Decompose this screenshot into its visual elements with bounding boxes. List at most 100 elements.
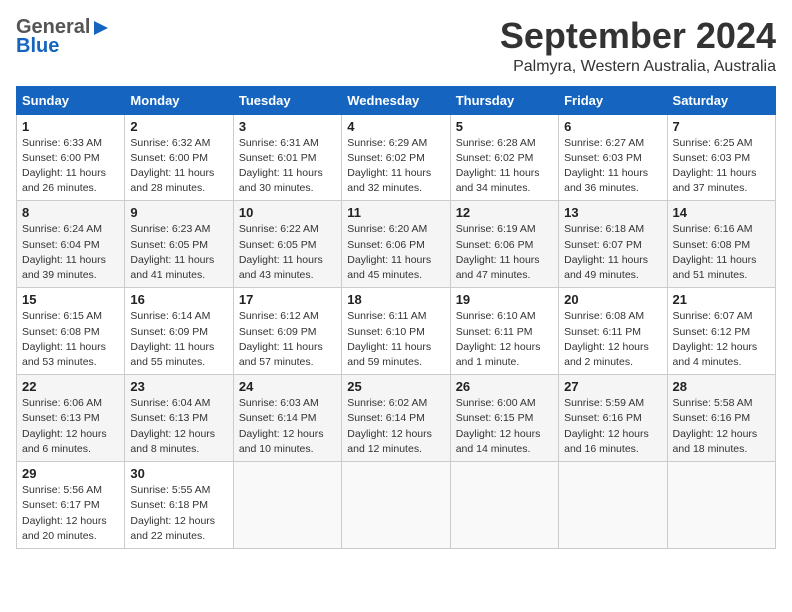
day-number: 14: [673, 205, 770, 220]
day-number: 1: [22, 119, 119, 134]
day-info: Sunrise: 6:15 AM Sunset: 6:08 PM Dayligh…: [22, 309, 119, 370]
day-number: 26: [456, 379, 553, 394]
calendar-day-19: 19 Sunrise: 6:10 AM Sunset: 6:11 PM Dayli…: [450, 288, 558, 375]
calendar-day-9: 9 Sunrise: 6:23 AM Sunset: 6:05 PM Daylig…: [125, 201, 233, 288]
empty-cell: [450, 462, 558, 549]
header: General Blue September 2024 Palmyra, Wes…: [16, 16, 776, 76]
weekday-header-friday: Friday: [559, 86, 667, 114]
day-number: 4: [347, 119, 444, 134]
day-info: Sunrise: 6:07 AM Sunset: 6:12 PM Dayligh…: [673, 309, 770, 370]
day-number: 9: [130, 205, 227, 220]
calendar-day-25: 25 Sunrise: 6:02 AM Sunset: 6:14 PM Dayli…: [342, 375, 450, 462]
day-info: Sunrise: 6:18 AM Sunset: 6:07 PM Dayligh…: [564, 222, 661, 283]
day-number: 10: [239, 205, 336, 220]
weekday-header-tuesday: Tuesday: [233, 86, 341, 114]
day-number: 7: [673, 119, 770, 134]
day-info: Sunrise: 6:02 AM Sunset: 6:14 PM Dayligh…: [347, 396, 444, 457]
day-info: Sunrise: 6:03 AM Sunset: 6:14 PM Dayligh…: [239, 396, 336, 457]
calendar-day-13: 13 Sunrise: 6:18 AM Sunset: 6:07 PM Dayli…: [559, 201, 667, 288]
calendar-day-23: 23Sunrise: 6:04 AM Sunset: 6:13 PM Dayli…: [125, 375, 233, 462]
logo-arrow-icon: [92, 19, 110, 37]
title-section: September 2024 Palmyra, Western Australi…: [500, 16, 776, 76]
calendar-day-30: 30 Sunrise: 5:55 AM Sunset: 6:18 PM Dayli…: [125, 462, 233, 549]
empty-cell: [342, 462, 450, 549]
weekday-header-sunday: Sunday: [17, 86, 125, 114]
calendar-row-5: 29 Sunrise: 5:56 AM Sunset: 6:17 PM Dayli…: [17, 462, 776, 549]
day-number: 22: [22, 379, 119, 394]
calendar-day-8: 8 Sunrise: 6:24 AM Sunset: 6:04 PM Daylig…: [17, 201, 125, 288]
calendar-day-18: 18 Sunrise: 6:11 AM Sunset: 6:10 PM Dayli…: [342, 288, 450, 375]
calendar-day-2: 2Sunrise: 6:32 AM Sunset: 6:00 PM Daylig…: [125, 114, 233, 201]
day-info: Sunrise: 5:55 AM Sunset: 6:18 PM Dayligh…: [130, 483, 227, 544]
day-info: Sunrise: 5:56 AM Sunset: 6:17 PM Dayligh…: [22, 483, 119, 544]
day-info: Sunrise: 6:32 AM Sunset: 6:00 PM Dayligh…: [130, 136, 227, 197]
calendar-day-16: 16Sunrise: 6:14 AM Sunset: 6:09 PM Dayli…: [125, 288, 233, 375]
day-info: Sunrise: 5:59 AM Sunset: 6:16 PM Dayligh…: [564, 396, 661, 457]
calendar-day-26: 26Sunrise: 6:00 AM Sunset: 6:15 PM Dayli…: [450, 375, 558, 462]
day-number: 30: [130, 466, 227, 481]
day-info: Sunrise: 6:11 AM Sunset: 6:10 PM Dayligh…: [347, 309, 444, 370]
calendar-day-27: 27 Sunrise: 5:59 AM Sunset: 6:16 PM Dayli…: [559, 375, 667, 462]
day-info: Sunrise: 6:22 AM Sunset: 6:05 PM Dayligh…: [239, 222, 336, 283]
day-info: Sunrise: 6:31 AM Sunset: 6:01 PM Dayligh…: [239, 136, 336, 197]
weekday-header-thursday: Thursday: [450, 86, 558, 114]
logo: General Blue: [16, 16, 110, 58]
day-number: 5: [456, 119, 553, 134]
day-number: 19: [456, 292, 553, 307]
empty-cell: [667, 462, 775, 549]
calendar-day-24: 24Sunrise: 6:03 AM Sunset: 6:14 PM Dayli…: [233, 375, 341, 462]
logo-blue-text: Blue: [16, 35, 59, 57]
calendar-day-14: 14 Sunrise: 6:16 AM Sunset: 6:08 PM Dayli…: [667, 201, 775, 288]
day-info: Sunrise: 6:23 AM Sunset: 6:05 PM Dayligh…: [130, 222, 227, 283]
empty-cell: [233, 462, 341, 549]
day-info: Sunrise: 6:19 AM Sunset: 6:06 PM Dayligh…: [456, 222, 553, 283]
calendar-row-2: 8 Sunrise: 6:24 AM Sunset: 6:04 PM Daylig…: [17, 201, 776, 288]
day-number: 13: [564, 205, 661, 220]
day-info: Sunrise: 6:12 AM Sunset: 6:09 PM Dayligh…: [239, 309, 336, 370]
calendar-day-22: 22 Sunrise: 6:06 AM Sunset: 6:13 PM Dayli…: [17, 375, 125, 462]
calendar-day-17: 17 Sunrise: 6:12 AM Sunset: 6:09 PM Dayli…: [233, 288, 341, 375]
day-number: 28: [673, 379, 770, 394]
day-number: 29: [22, 466, 119, 481]
day-info: Sunrise: 6:04 AM Sunset: 6:13 PM Dayligh…: [130, 396, 227, 457]
calendar-day-15: 15Sunrise: 6:15 AM Sunset: 6:08 PM Dayli…: [17, 288, 125, 375]
day-info: Sunrise: 6:25 AM Sunset: 6:03 PM Dayligh…: [673, 136, 770, 197]
calendar-day-3: 3 Sunrise: 6:31 AM Sunset: 6:01 PM Daylig…: [233, 114, 341, 201]
calendar-day-29: 29 Sunrise: 5:56 AM Sunset: 6:17 PM Dayli…: [17, 462, 125, 549]
day-number: 21: [673, 292, 770, 307]
weekday-header-saturday: Saturday: [667, 86, 775, 114]
calendar-day-28: 28 Sunrise: 5:58 AM Sunset: 6:16 PM Dayli…: [667, 375, 775, 462]
day-number: 20: [564, 292, 661, 307]
day-number: 18: [347, 292, 444, 307]
day-info: Sunrise: 6:16 AM Sunset: 6:08 PM Dayligh…: [673, 222, 770, 283]
calendar-day-12: 12 Sunrise: 6:19 AM Sunset: 6:06 PM Dayli…: [450, 201, 558, 288]
day-number: 17: [239, 292, 336, 307]
calendar-table: SundayMondayTuesdayWednesdayThursdayFrid…: [16, 86, 776, 549]
day-info: Sunrise: 6:06 AM Sunset: 6:13 PM Dayligh…: [22, 396, 119, 457]
day-info: Sunrise: 6:20 AM Sunset: 6:06 PM Dayligh…: [347, 222, 444, 283]
day-info: Sunrise: 5:58 AM Sunset: 6:16 PM Dayligh…: [673, 396, 770, 457]
page-title: September 2024: [500, 16, 776, 56]
weekday-header-monday: Monday: [125, 86, 233, 114]
day-info: Sunrise: 6:10 AM Sunset: 6:11 PM Dayligh…: [456, 309, 553, 370]
day-number: 27: [564, 379, 661, 394]
calendar-day-10: 10 Sunrise: 6:22 AM Sunset: 6:05 PM Dayli…: [233, 201, 341, 288]
day-info: Sunrise: 6:24 AM Sunset: 6:04 PM Dayligh…: [22, 222, 119, 283]
calendar-row-1: 1 Sunrise: 6:33 AM Sunset: 6:00 PM Daylig…: [17, 114, 776, 201]
calendar-row-4: 22 Sunrise: 6:06 AM Sunset: 6:13 PM Dayli…: [17, 375, 776, 462]
day-number: 8: [22, 205, 119, 220]
day-info: Sunrise: 6:28 AM Sunset: 6:02 PM Dayligh…: [456, 136, 553, 197]
calendar-header-row: SundayMondayTuesdayWednesdayThursdayFrid…: [17, 86, 776, 114]
day-info: Sunrise: 6:33 AM Sunset: 6:00 PM Dayligh…: [22, 136, 119, 197]
calendar-day-6: 6Sunrise: 6:27 AM Sunset: 6:03 PM Daylig…: [559, 114, 667, 201]
day-number: 3: [239, 119, 336, 134]
day-number: 25: [347, 379, 444, 394]
calendar-day-5: 5 Sunrise: 6:28 AM Sunset: 6:02 PM Daylig…: [450, 114, 558, 201]
empty-cell: [559, 462, 667, 549]
calendar-day-4: 4Sunrise: 6:29 AM Sunset: 6:02 PM Daylig…: [342, 114, 450, 201]
day-number: 11: [347, 205, 444, 220]
day-number: 12: [456, 205, 553, 220]
calendar-row-3: 15Sunrise: 6:15 AM Sunset: 6:08 PM Dayli…: [17, 288, 776, 375]
calendar-day-1: 1 Sunrise: 6:33 AM Sunset: 6:00 PM Daylig…: [17, 114, 125, 201]
page-subtitle: Palmyra, Western Australia, Australia: [500, 58, 776, 76]
